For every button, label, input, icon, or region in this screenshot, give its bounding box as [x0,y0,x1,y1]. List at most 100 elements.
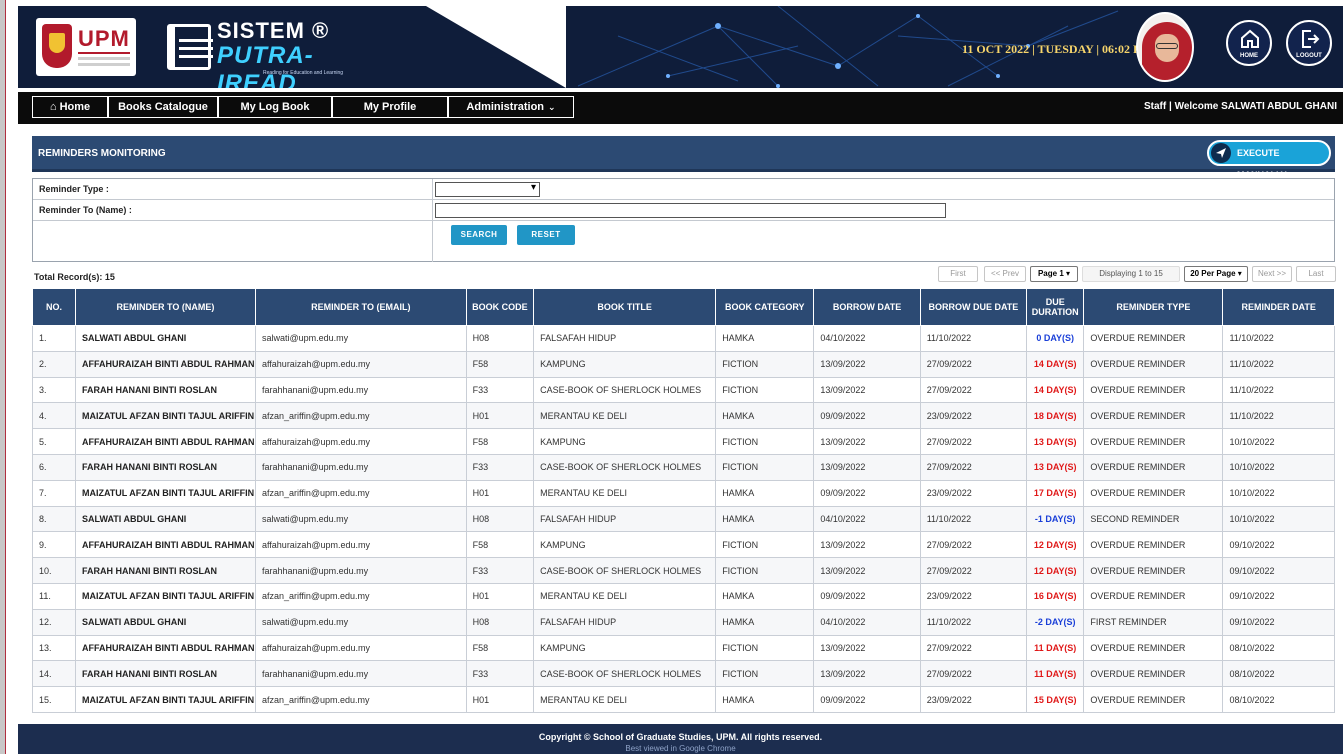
row-number: 3. [32,376,76,404]
table-row[interactable]: 15. MAIZATUL AFZAN BINTI TAJUL ARIFFIN afz… [32,686,1335,713]
reminder-type: OVERDUE REMINDER [1083,660,1224,688]
reminder-type: OVERDUE REMINDER [1083,582,1224,610]
borrow-date: 09/09/2022 [813,686,921,713]
row-number: 9. [32,531,76,559]
reset-button[interactable]: RESET [517,225,575,245]
book-category: HAMKA [715,582,815,610]
page-select[interactable]: Page 1 ▾ [1030,266,1078,282]
table-row[interactable]: 5. AFFAHURAIZAH BINTI ABDUL RAHMAN affahur… [32,428,1335,455]
nav-books-catalogue[interactable]: Books Catalogue [108,96,218,118]
best-viewed-text: Best viewed in Google Chrome [625,744,736,753]
table-row[interactable]: 14. FARAH HANANI BINTI ROSLAN farahhanani@… [32,660,1335,688]
nav-home[interactable]: ⌂ Home [32,96,108,118]
column-header: REMINDER TO (NAME) [74,288,256,326]
next-page-button[interactable]: Next >> [1252,266,1292,282]
panel-header: REMINDERS MONITORING EXECUTE MANUALLY [32,136,1335,180]
row-number: 2. [32,350,76,378]
execute-manually-button[interactable]: EXECUTE MANUALLY [1207,140,1331,180]
table-row[interactable]: 6. FARAH HANANI BINTI ROSLAN farahhanani@u… [32,453,1335,481]
total-records: Total Record(s): 15 [34,272,115,282]
table-row[interactable]: 9. AFFAHURAIZAH BINTI ABDUL RAHMAN affahur… [32,531,1335,559]
per-page-select[interactable]: 20 Per Page ▾ [1184,266,1248,282]
row-number: 6. [32,453,76,481]
due-duration: 15 DAY(S) [1026,686,1085,713]
book-title: MERANTAU KE DELI [533,686,717,713]
due-duration: 14 DAY(S) [1026,376,1085,404]
row-number: 5. [32,428,76,455]
reminder-email: farahhanani@upm.edu.my [254,453,467,481]
reminder-to-input[interactable] [435,203,946,218]
home-button[interactable]: HOME [1226,20,1272,66]
logout-button[interactable]: LOGOUT [1286,20,1332,66]
reminder-email: farahhanani@upm.edu.my [254,376,467,404]
reminder-type: OVERDUE REMINDER [1083,376,1224,404]
last-page-button[interactable]: Last [1296,266,1336,282]
borrow-date: 13/09/2022 [813,557,921,584]
reminder-type-select[interactable] [435,182,540,197]
page-select-value: Page 1 [1037,269,1064,278]
prev-page-button[interactable]: << Prev [984,266,1026,282]
table-row[interactable]: 2. AFFAHURAIZAH BINTI ABDUL RAHMAN affahur… [32,350,1335,378]
upm-crest-icon [42,24,72,68]
due-duration: 0 DAY(S) [1026,325,1085,352]
table-body: 1. SALWATI ABDUL GHANI salwati@upm.edu.my H… [32,325,1335,713]
reminder-type: OVERDUE REMINDER [1083,557,1224,584]
welcome-text: Staff | Welcome SALWATI ABDUL GHANI [1144,101,1337,112]
table-row[interactable]: 13. AFFAHURAIZAH BINTI ABDUL RAHMAN affahu… [32,634,1335,662]
nav-my-log-book[interactable]: My Log Book [218,96,332,118]
book-code: H01 [465,686,535,713]
table-row[interactable]: 8. SALWATI ABDUL GHANI salwati@upm.edu.my H… [32,505,1335,533]
book-code: F58 [465,634,535,662]
table-row[interactable]: 3. FARAH HANANI BINTI ROSLAN farahhanani@u… [32,376,1335,404]
book-title: FALSAFAH HIDUP [533,505,717,533]
brand-line2: PUTRA-IREAD [217,42,314,88]
row-number: 12. [32,608,76,636]
search-button[interactable]: SEARCH [451,225,507,245]
book-title: CASE-BOOK OF SHERLOCK HOLMES [533,660,717,688]
reminder-type: OVERDUE REMINDER [1083,428,1224,455]
borrow-due-date: 27/09/2022 [919,428,1028,455]
table-row[interactable]: 7. MAIZATUL AFZAN BINTI TAJUL ARIFFIN afza… [32,479,1335,507]
first-page-button[interactable]: First [938,266,978,282]
reminder-type: OVERDUE REMINDER [1083,531,1224,559]
table-row[interactable]: 4. MAIZATUL AFZAN BINTI TAJUL ARIFFIN afza… [32,402,1335,430]
reminder-date: 11/10/2022 [1222,376,1335,404]
book-title: CASE-BOOK OF SHERLOCK HOLMES [533,557,717,584]
user-avatar [1136,12,1194,82]
reminder-email: afzan_ariffin@upm.edu.my [254,582,467,610]
reminder-date: 08/10/2022 [1222,686,1335,713]
book-code: F33 [465,660,535,688]
column-header: DUE DURATION [1026,288,1085,326]
row-number: 14. [32,660,76,688]
borrow-date: 13/09/2022 [813,634,921,662]
book-title: CASE-BOOK OF SHERLOCK HOLMES [533,453,717,481]
reminder-name: AFFAHURAIZAH BINTI ABDUL RAHMAN [74,350,256,378]
nav-administration[interactable]: Administration ⌄ [448,96,574,118]
table-row[interactable]: 1. SALWATI ABDUL GHANI salwati@upm.edu.my H… [32,325,1335,352]
row-number: 11. [32,582,76,610]
book-title: CASE-BOOK OF SHERLOCK HOLMES [533,376,717,404]
reminder-name: AFFAHURAIZAH BINTI ABDUL RAHMAN [74,531,256,559]
book-category: HAMKA [715,608,815,636]
chevron-down-icon: ▾ [1066,269,1071,278]
due-duration: -1 DAY(S) [1026,505,1085,533]
nav-my-profile[interactable]: My Profile [332,96,448,118]
column-header: BORROW DATE [813,288,921,326]
column-header: REMINDER DATE [1222,288,1335,326]
borrow-date: 13/09/2022 [813,453,921,481]
reminder-name: SALWATI ABDUL GHANI [74,505,256,533]
table-header-row: NO. REMINDER TO (NAME) REMINDER TO (EMAIL)… [32,288,1335,326]
table-row[interactable]: 11. MAIZATUL AFZAN BINTI TAJUL ARIFFIN afz… [32,582,1335,610]
reminder-email: salwati@upm.edu.my [254,608,467,636]
table-row[interactable]: 12. SALWATI ABDUL GHANI salwati@upm.edu.my… [32,608,1335,636]
table-row[interactable]: 10. FARAH HANANI BINTI ROSLAN farahhanani@… [32,557,1335,584]
book-code: H08 [465,608,535,636]
reminder-email: salwati@upm.edu.my [254,505,467,533]
reminder-name: MAIZATUL AFZAN BINTI TAJUL ARIFFIN [74,686,256,713]
due-duration: 13 DAY(S) [1026,428,1085,455]
row-number: 7. [32,479,76,507]
book-icon [167,24,213,70]
borrow-due-date: 23/09/2022 [919,479,1028,507]
reminder-name: SALWATI ABDUL GHANI [74,325,256,352]
book-category: FICTION [715,350,815,378]
